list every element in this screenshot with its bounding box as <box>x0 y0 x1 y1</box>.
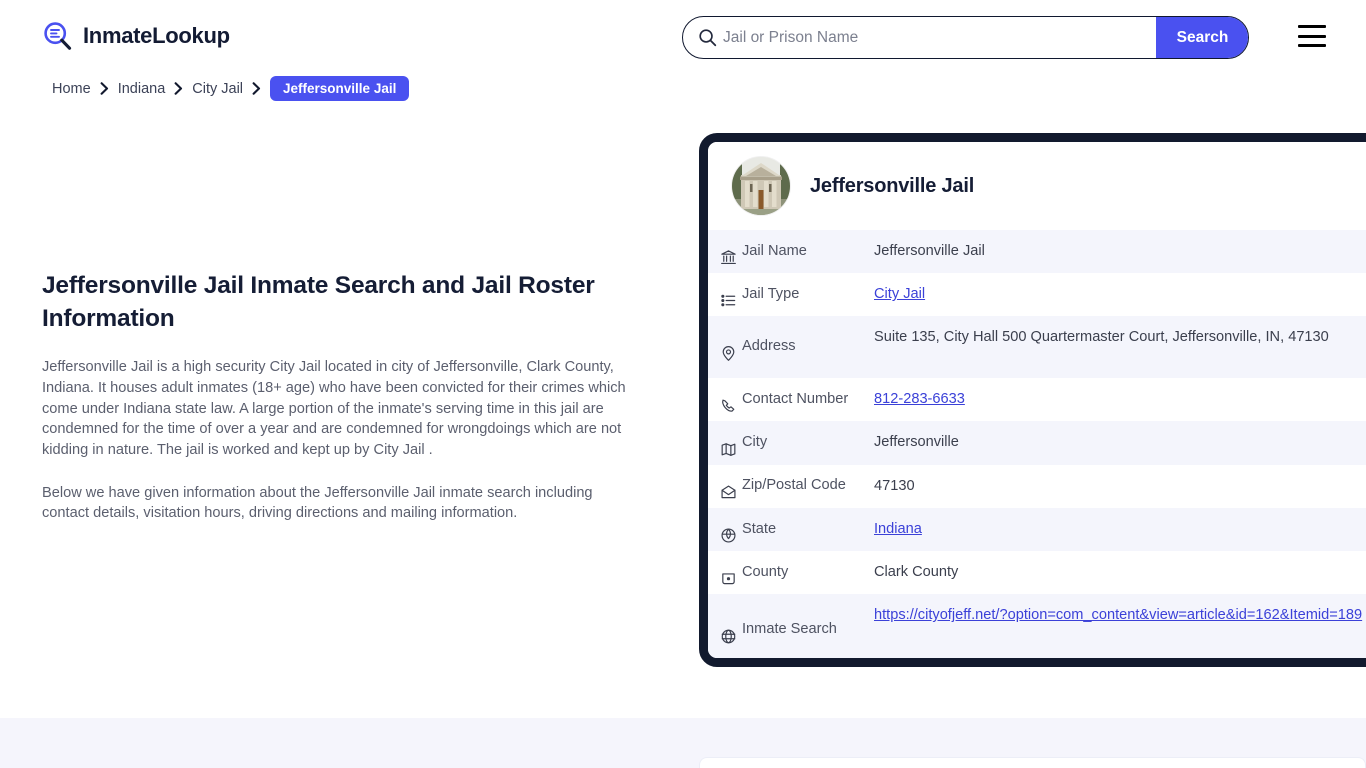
row-label: County <box>742 563 789 580</box>
bank-building-icon <box>708 237 742 266</box>
breadcrumb: Home Indiana City Jail Jeffersonville Ja… <box>52 76 410 101</box>
jail-type-link[interactable]: City Jail <box>874 286 925 302</box>
courthouse-building-photo <box>732 157 790 215</box>
card-title: Jeffersonville Jail <box>810 174 975 197</box>
search-button[interactable]: Search <box>1156 17 1248 58</box>
row-label: Jail Type <box>742 285 800 302</box>
site-header: InmateLookup Search <box>0 0 1366 72</box>
row-value: Suite 135, City Hall 500 Quartermaster C… <box>874 329 1329 346</box>
table-row: Jail Type City Jail <box>708 273 1366 317</box>
envelope-open-icon <box>708 472 742 501</box>
breadcrumb-item-city-jail[interactable]: City Jail <box>192 81 243 97</box>
row-value: City Jail <box>874 273 1366 316</box>
row-value: Jeffersonville <box>874 434 959 451</box>
site-logo[interactable]: InmateLookup <box>42 20 230 52</box>
table-row: Zip/Postal Code 47130 <box>708 464 1366 508</box>
table-row: Jail Name Jeffersonville Jail <box>708 230 1366 274</box>
row-value: Jeffersonville Jail <box>874 243 985 259</box>
card-header: Jeffersonville Jail <box>708 142 1366 230</box>
table-row: Contact Number 812-283-6633 <box>708 378 1366 422</box>
article-content: Jeffersonville Jail Inmate Search and Ja… <box>42 270 642 546</box>
intro-paragraph: Jeffersonville Jail is a high security C… <box>42 359 626 459</box>
search-bar[interactable]: Search <box>682 16 1249 59</box>
row-label: Inmate Search <box>742 621 837 638</box>
jail-info-table: Jail Name Jeffersonville Jail Jail Type … <box>708 230 1366 658</box>
row-label: Zip/Postal Code <box>742 477 846 494</box>
search-input[interactable] <box>723 17 1156 58</box>
secondary-paragraph: Below we have given information about th… <box>42 484 593 522</box>
row-value: https://cityofjeff.net/?option=com_conte… <box>874 594 1366 637</box>
row-label: Contact Number <box>742 391 849 408</box>
contact-number-link[interactable]: 812-283-6633 <box>874 391 965 407</box>
table-row: County Clark County <box>708 550 1366 595</box>
search-icon <box>683 28 723 47</box>
row-value: Clark County <box>874 563 959 580</box>
breadcrumb-item-indiana[interactable]: Indiana <box>118 81 166 97</box>
table-row: City Jeffersonville <box>708 421 1366 465</box>
state-link[interactable]: Indiana <box>874 521 922 537</box>
table-row: Inmate Search https://cityofjeff.net/?op… <box>708 594 1366 658</box>
phone-icon <box>708 385 742 414</box>
chevron-right-icon <box>174 82 183 95</box>
breadcrumb-item-home[interactable]: Home <box>52 81 91 97</box>
page-root: InmateLookup Search Home Indiana City Ja… <box>0 0 1366 768</box>
chevron-right-icon <box>252 82 261 95</box>
globe-icon <box>708 616 742 645</box>
row-value: 47130 <box>874 477 915 494</box>
table-row: State Indiana <box>708 507 1366 551</box>
logo-text: InmateLookup <box>83 23 230 48</box>
magnifier-list-icon <box>42 20 74 52</box>
shield-globe-icon <box>708 515 742 544</box>
hamburger-menu-icon[interactable] <box>1298 25 1326 47</box>
row-label: City <box>742 434 768 451</box>
jail-info-card: Jeffersonville Jail Jail Name Jeffersonv… <box>699 133 1366 667</box>
row-value: 812-283-6633 <box>874 378 1366 421</box>
bottom-card-peek <box>699 757 1366 768</box>
breadcrumb-current-page: Jeffersonville Jail <box>270 76 410 101</box>
map-pin-icon <box>708 333 742 362</box>
table-row: Address Suite 135, City Hall 500 Quarter… <box>708 316 1366 379</box>
row-label: Jail Name <box>742 242 807 259</box>
chevron-right-icon <box>100 82 109 95</box>
row-label: Address <box>742 338 796 355</box>
page-title: Jeffersonville Jail Inmate Search and Ja… <box>42 272 595 332</box>
map-icon <box>708 429 742 458</box>
inmate-search-link[interactable]: https://cityofjeff.net/?option=com_conte… <box>874 607 1362 623</box>
row-label: State <box>742 520 777 537</box>
list-icon <box>708 280 742 309</box>
row-value: Indiana <box>874 508 1366 551</box>
county-badge-icon <box>708 558 742 587</box>
